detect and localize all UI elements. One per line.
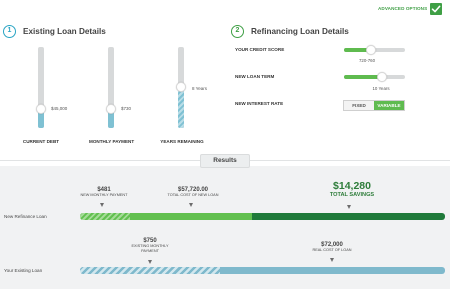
credit-score-value: 720-760 [358,58,376,63]
variable-option[interactable]: VARIABLE [374,101,404,110]
credit-score-slider[interactable] [344,45,405,55]
years-remaining-label: YEARS REMAINING [160,139,204,144]
interest-rate-label: NEW INTEREST RATE [235,101,284,106]
loan-term-slider[interactable] [344,72,405,82]
credit-score-label: YOUR CREDIT SCORE [235,47,285,52]
existing-monthly-caption: EXISTING MONTHLY PAYMENT [131,244,169,253]
advanced-options-label[interactable]: ADVANCED OPTIONS [378,6,427,11]
total-savings: $14,280 TOTAL SAVINGS [320,180,384,198]
section-number-1: 1 [3,25,16,38]
current-debt-handle[interactable] [36,104,46,114]
credit-score-handle[interactable] [366,45,376,55]
savings-caption: TOTAL SAVINGS [329,192,375,198]
loan-term-label: NEW LOAN TERM [235,74,275,79]
new-total-bar-segment [130,213,252,220]
years-remaining-value: 8 Years [192,86,208,91]
savings-bar-segment [252,213,445,220]
new-loan-row-label: New Refinance Loan [4,214,47,219]
years-remaining-fill [178,87,184,128]
existing-total-pointer [330,258,334,262]
section-number-2: 2 [231,25,244,38]
existing-loan-title: Existing Loan Details [23,27,106,36]
existing-total-bar-segment [220,267,445,274]
savings-amount: $14,280 [333,180,371,192]
loan-term-handle[interactable] [377,72,387,82]
new-total-caption: TOTAL COST OF NEW LOAN [167,193,219,197]
check-icon [431,5,441,13]
existing-monthly-annotation: $750 EXISTING MONTHLY PAYMENT [126,238,174,254]
monthly-payment-label: MONTHLY PAYMENT [89,139,135,144]
years-remaining-track[interactable] [176,47,186,128]
fixed-option[interactable]: FIXED [344,101,374,110]
new-total-annotation: $57,720.00 TOTAL COST OF NEW LOAN [158,187,228,198]
years-remaining-handle[interactable] [176,82,186,92]
monthly-payment-handle[interactable] [106,104,116,114]
current-debt-label: CURRENT DEBT [22,139,60,144]
current-debt-track[interactable] [36,47,46,128]
loan-term-value: 10 Years [372,86,390,91]
new-total-pointer [189,203,193,207]
existing-monthly-bar-segment [80,267,220,274]
new-monthly-bar-segment [80,213,130,220]
existing-monthly-pointer [148,260,152,264]
new-monthly-pointer [100,203,104,207]
current-debt-value: $45,000 [51,106,68,111]
advanced-options-checkbox[interactable] [430,3,442,15]
monthly-payment-value: $730 [121,106,132,111]
results-tab[interactable]: Results [200,154,250,168]
existing-loan-row-label: Your Existing Loan [4,268,43,273]
interest-rate-toggle[interactable]: FIXED VARIABLE [343,100,405,111]
new-monthly-annotation: $481 NEW MONTHLY PAYMENT [74,187,134,198]
refinancing-loan-title: Refinancing Loan Details [251,27,349,36]
new-monthly-caption: NEW MONTHLY PAYMENT [80,193,128,197]
monthly-payment-track[interactable] [106,47,116,128]
existing-total-caption: REAL COST OF LOAN [312,248,352,252]
existing-total-annotation: $72,000 REAL COST OF LOAN [302,242,362,253]
savings-pointer [347,205,351,209]
